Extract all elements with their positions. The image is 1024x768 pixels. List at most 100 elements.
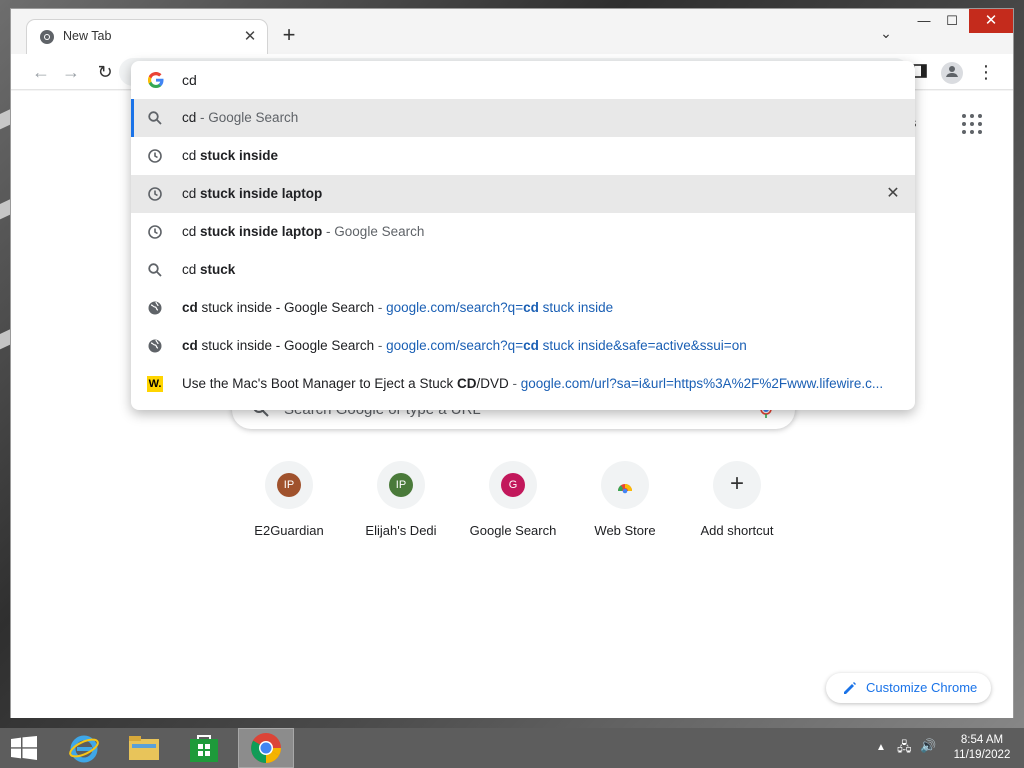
suggestion-text-part: CD <box>456 376 477 391</box>
tab-new-tab[interactable]: New Tab ✕ <box>27 20 267 54</box>
omnibox-suggestion[interactable]: W. Use the Mac's Boot Manager to Eject a … <box>131 365 915 403</box>
suggestion-text-part: - <box>374 338 387 353</box>
shortcut-tile-google-search[interactable]: G Google Search <box>458 461 568 538</box>
suggestion-text-part: stuck inside <box>200 148 279 163</box>
suggestion-text-part: cd <box>523 338 539 353</box>
omnibox-suggestion[interactable]: cd stuck inside - Google Search - google… <box>131 289 915 327</box>
omnibox-suggestion[interactable]: cd - Google Search <box>131 99 915 137</box>
shortcut-favicon: IP <box>277 473 301 497</box>
globe-icon <box>148 339 162 353</box>
window-maximize-button[interactable]: ☐ <box>935 9 969 33</box>
system-clock[interactable]: 8:54 AM 11/19/2022 <box>946 733 1018 763</box>
suggestion-text-part: stuck inside <box>538 300 614 315</box>
customize-chrome-button[interactable]: Customize Chrome <box>826 673 991 703</box>
suggestion-text-part: - <box>374 300 387 315</box>
suggestion-text-part: cd <box>182 186 201 201</box>
lifewire-icon: W. <box>147 376 163 392</box>
folder-icon <box>129 736 159 760</box>
omnibox-suggestion[interactable]: cd stuck inside - Google Search - google… <box>131 327 915 365</box>
shortcut-label: Add shortcut <box>700 523 774 538</box>
taskbar-store[interactable] <box>176 728 232 768</box>
suggestion-text-part: cd <box>182 148 201 163</box>
tab-title: New Tab <box>63 29 112 43</box>
customize-chrome-label: Customize Chrome <box>866 680 978 695</box>
suggestion-text-part: - Google Search <box>196 110 299 125</box>
suggestion-text: cd stuck inside laptop - Google Search <box>182 224 424 239</box>
suggestion-text: cd stuck inside - Google Search - google… <box>182 338 747 353</box>
globe-icon <box>148 301 162 315</box>
windows-taskbar: ▲ 🖧 🔊 8:54 AM 11/19/2022 <box>0 728 1024 768</box>
network-icon[interactable]: 🖧 <box>897 738 912 760</box>
back-arrow-icon[interactable]: ← <box>29 60 53 84</box>
taskbar-chrome[interactable] <box>238 728 294 768</box>
shortcut-icon-circle: IP <box>265 461 313 509</box>
suggestion-text-part: - Google Search <box>322 224 425 239</box>
suggestion-text-part: - <box>508 376 521 391</box>
person-icon <box>946 66 958 77</box>
suggestion-text-part: /DVD <box>476 376 509 391</box>
omnibox-suggestion[interactable]: cd stuck inside <box>131 137 915 175</box>
suggestion-text: cd - Google Search <box>182 110 298 125</box>
clock-time: 8:54 AM <box>960 734 1004 746</box>
google-apps-grid-icon[interactable] <box>961 113 983 135</box>
shortcut-icon-circle <box>601 461 649 509</box>
taskbar-internet-explorer[interactable] <box>56 728 112 768</box>
shortcut-label: E2Guardian <box>254 523 324 538</box>
web-store-icon <box>617 483 633 494</box>
chrome-window: New Tab ✕ + ⌄ — ☐ ✕ ← → ↻ ⋮ nages Search <box>10 8 1014 718</box>
suggestion-text-part: cd <box>182 262 201 277</box>
start-button[interactable] <box>0 728 48 768</box>
reload-icon[interactable]: ↻ <box>93 60 117 84</box>
shortcut-favicon: G <box>501 473 525 497</box>
shortcut-tile-elijahs-dedi[interactable]: IP Elijah's Dedi <box>346 461 456 538</box>
window-close-button[interactable]: ✕ <box>969 9 1013 33</box>
omnibox-suggestion[interactable]: cd stuck inside laptop ✕ <box>131 175 915 213</box>
taskbar-file-explorer[interactable] <box>116 728 172 768</box>
side-panel-glyph-icon <box>913 64 927 78</box>
suggestion-text-part: stuck inside laptop <box>200 224 323 239</box>
suggestion-text-part: google.com/search?q= <box>386 338 524 353</box>
address-bar-text: cd <box>182 72 197 88</box>
chrome-logo-icon <box>251 733 281 763</box>
shortcut-tile-e2guardian[interactable]: IP E2Guardian <box>234 461 344 538</box>
remove-suggestion-close-icon[interactable]: ✕ <box>883 184 903 204</box>
omnibox-suggestion[interactable]: cd stuck <box>131 251 915 289</box>
internet-explorer-icon <box>69 735 99 763</box>
suggestion-text-part: stuck inside laptop <box>200 186 323 201</box>
volume-icon[interactable]: 🔊 <box>920 738 936 754</box>
shortcut-tile-web-store[interactable]: Web Store <box>570 461 680 538</box>
show-hidden-icons-icon[interactable]: ▲ <box>876 742 886 753</box>
tab-close-icon[interactable]: ✕ <box>241 28 259 46</box>
suggestion-text-part: cd <box>182 300 198 315</box>
history-icon <box>148 225 162 239</box>
pencil-icon <box>844 682 856 694</box>
shortcut-tile-add-shortcut[interactable]: + Add shortcut <box>682 461 792 538</box>
shortcut-label: Elijah's Dedi <box>365 523 437 538</box>
shortcut-icon-circle: + <box>713 461 761 509</box>
tab-search-chevron-icon[interactable]: ⌄ <box>875 25 897 47</box>
suggestion-text-part: stuck <box>200 262 236 277</box>
new-tab-plus-icon[interactable]: + <box>277 24 301 48</box>
suggestion-text-part: cd <box>182 224 201 239</box>
omnibox-suggestions-dropdown: cd cd - Google Search cd stuck inside cd s… <box>131 61 915 410</box>
add-plus-icon: + <box>729 470 744 497</box>
search-icon <box>148 263 162 277</box>
suggestion-text: cd stuck inside - Google Search - google… <box>182 300 613 315</box>
shortcut-icon-circle: G <box>489 461 537 509</box>
suggestion-text-part: cd <box>182 338 198 353</box>
profile-avatar-icon[interactable] <box>941 62 963 84</box>
forward-arrow-icon[interactable]: → <box>59 60 83 84</box>
history-icon <box>148 149 162 163</box>
address-bar-input[interactable]: cd <box>131 61 915 99</box>
suggestion-text-part: google.com/url?sa=i&url=https%3A%2F%2Fww… <box>520 376 884 391</box>
suggestion-text-part: stuck inside - Google Search <box>197 300 375 315</box>
store-bag-icon <box>190 735 218 762</box>
omnibox-suggestion[interactable]: cd stuck inside laptop - Google Search <box>131 213 915 251</box>
suggestion-text: cd stuck inside laptop <box>182 186 322 201</box>
chrome-menu-icon[interactable]: ⋮ <box>975 62 997 84</box>
suggestion-text: Use the Mac's Boot Manager to Eject a St… <box>182 376 883 391</box>
suggestion-text-part: cd <box>182 110 197 125</box>
suggestion-text-part: stuck inside - Google Search <box>197 338 375 353</box>
windows-logo-icon <box>11 736 37 760</box>
chrome-favicon-icon <box>40 30 54 44</box>
